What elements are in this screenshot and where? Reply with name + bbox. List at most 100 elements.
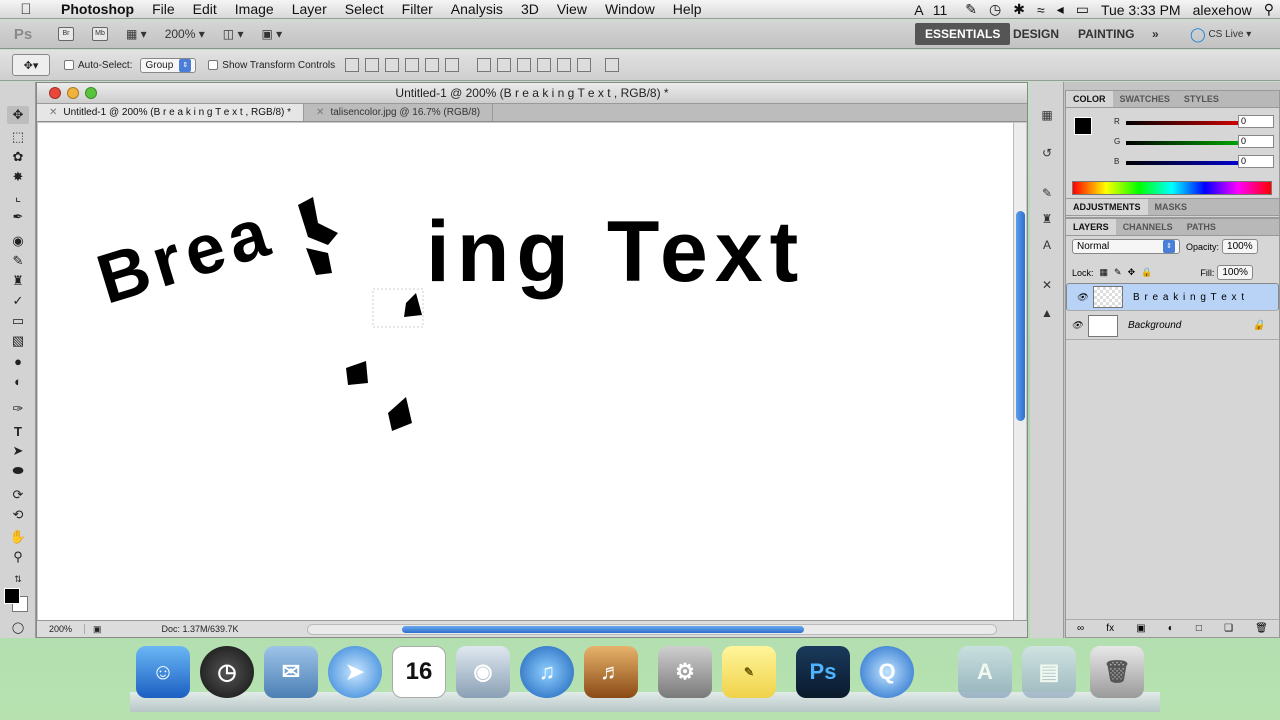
launch-bridge-button[interactable]: Br bbox=[52, 24, 80, 44]
new-group-icon[interactable]: □ bbox=[1196, 623, 1202, 634]
photoshop-icon[interactable]: Ps bbox=[796, 646, 850, 698]
auto-align-icon[interactable] bbox=[605, 58, 620, 72]
eyedropper-tool-icon[interactable]: ✒ bbox=[7, 208, 29, 226]
ical-icon[interactable]: 16 bbox=[392, 646, 446, 698]
history-panel-icon[interactable]: ↺ bbox=[1038, 146, 1056, 164]
blur-tool-icon[interactable]: ● bbox=[7, 352, 29, 370]
time-machine-icon[interactable]: ◷ bbox=[983, 1, 1007, 18]
spotlight-search-icon[interactable]: ⚲ bbox=[1258, 1, 1280, 18]
trash-icon[interactable]: 🗑 bbox=[1090, 646, 1144, 698]
status-info-icon[interactable]: ▣ bbox=[93, 624, 102, 635]
swap-colors-icon[interactable]: ⇅ bbox=[7, 570, 29, 588]
r-value[interactable]: 0 bbox=[1238, 115, 1274, 128]
distribute-vcenter-icon[interactable] bbox=[497, 58, 512, 72]
apple-menu-icon[interactable]:  bbox=[0, 1, 52, 18]
workspace-painting[interactable]: PAINTING bbox=[1068, 23, 1144, 45]
garageband-icon[interactable]: ♬ bbox=[584, 646, 638, 698]
pencil-icon[interactable]: ✎ bbox=[959, 1, 983, 18]
lock-image-icon[interactable]: ✎ bbox=[1114, 267, 1122, 278]
distribute-hcenter-icon[interactable] bbox=[557, 58, 572, 72]
quick-select-tool-icon[interactable]: ✸ bbox=[7, 168, 29, 186]
3d-panel-icon[interactable]: ▲ bbox=[1038, 306, 1056, 324]
system-preferences-icon[interactable]: ⚙ bbox=[658, 646, 712, 698]
history-brush-icon[interactable]: ✓ bbox=[7, 292, 29, 310]
new-adjustment-icon[interactable]: ◐ bbox=[1168, 623, 1174, 634]
menu-window[interactable]: Window bbox=[596, 1, 664, 17]
menu-analysis[interactable]: Analysis bbox=[442, 1, 512, 17]
show-transform-checkbox[interactable] bbox=[208, 60, 219, 70]
applications-folder-icon[interactable]: A bbox=[958, 646, 1012, 698]
wifi-icon[interactable]: ≈ bbox=[1031, 2, 1051, 18]
safari-icon[interactable]: ➤ bbox=[328, 646, 382, 698]
layer-row-background[interactable]: 👁 Background 🔒 bbox=[1066, 312, 1279, 340]
g-value[interactable]: 0 bbox=[1238, 135, 1274, 148]
arrange-documents-button[interactable]: ◫ ▾ bbox=[217, 24, 250, 44]
menu-filter[interactable]: Filter bbox=[393, 1, 442, 17]
color-spectrum[interactable] bbox=[1072, 181, 1272, 195]
clock[interactable]: Tue 3:33 PM bbox=[1095, 2, 1187, 18]
layer-row-breaking-text[interactable]: 👁 B r e a k i n g T e x t bbox=[1066, 283, 1279, 311]
visibility-eye-icon[interactable]: 👁 bbox=[1066, 320, 1088, 331]
finder-icon[interactable]: ☺ bbox=[136, 646, 190, 698]
shape-tool-icon[interactable]: ⬬ bbox=[7, 462, 29, 480]
add-mask-icon[interactable]: ▣ bbox=[1136, 623, 1145, 634]
user-name[interactable]: alexehow bbox=[1187, 2, 1258, 18]
stickies-icon[interactable]: ✎ bbox=[722, 646, 776, 698]
layer-style-icon[interactable]: fx bbox=[1106, 623, 1114, 634]
minibridge-panel-icon[interactable]: ▦ bbox=[1038, 108, 1056, 126]
distribute-right-icon[interactable] bbox=[577, 58, 592, 72]
vertical-scroll-thumb[interactable] bbox=[1016, 211, 1025, 421]
menu-edit[interactable]: Edit bbox=[184, 1, 226, 17]
menu-view[interactable]: View bbox=[548, 1, 596, 17]
menu-file[interactable]: File bbox=[143, 1, 184, 17]
quicktime-icon[interactable]: Q bbox=[860, 646, 914, 698]
clone-source-icon[interactable]: ♜ bbox=[1038, 212, 1056, 230]
adobe-updates-icon[interactable]: A 11 bbox=[908, 2, 959, 18]
canvas[interactable]: Brea ing Text bbox=[38, 123, 1013, 620]
menu-3d[interactable]: 3D bbox=[512, 1, 548, 17]
lock-transparent-icon[interactable]: ▦ bbox=[1100, 267, 1109, 278]
close-tab-icon[interactable]: ✕ bbox=[49, 107, 57, 118]
close-tab-icon[interactable]: ✕ bbox=[316, 107, 324, 118]
align-vcenter-icon[interactable] bbox=[365, 58, 380, 72]
volume-icon[interactable]: ◂ bbox=[1051, 1, 1070, 18]
crop-tool-icon[interactable]: ⌞ bbox=[7, 188, 29, 206]
distribute-left-icon[interactable] bbox=[537, 58, 552, 72]
blend-mode-dropdown[interactable]: Normal ⇕ bbox=[1072, 239, 1180, 254]
dashboard-icon[interactable]: ◷ bbox=[200, 646, 254, 698]
gradient-tool-icon[interactable]: ▧ bbox=[7, 332, 29, 350]
workspace-essentials[interactable]: ESSENTIALS bbox=[915, 23, 1011, 45]
itunes-icon[interactable]: ♫ bbox=[520, 646, 574, 698]
lock-all-icon[interactable]: 🔒 bbox=[1141, 267, 1152, 278]
auto-select-dropdown[interactable]: Group ⇕ bbox=[140, 57, 197, 73]
lock-position-icon[interactable]: ✥ bbox=[1128, 267, 1136, 278]
horizontal-scroll-thumb[interactable] bbox=[402, 626, 804, 633]
menu-layer[interactable]: Layer bbox=[283, 1, 336, 17]
zoom-tool-icon[interactable]: ⚲ bbox=[7, 548, 29, 566]
distribute-top-icon[interactable] bbox=[477, 58, 492, 72]
status-zoom-field[interactable]: 200% bbox=[37, 624, 85, 634]
pen-tool-icon[interactable]: ✑ bbox=[7, 400, 29, 418]
launch-minibridge-button[interactable]: Mb bbox=[86, 24, 114, 44]
screen-mode-button[interactable]: ▣ ▾ bbox=[255, 24, 288, 44]
tab-swatches[interactable]: SWATCHES bbox=[1113, 91, 1177, 107]
close-window-icon[interactable] bbox=[49, 87, 61, 99]
vertical-scrollbar[interactable] bbox=[1013, 123, 1026, 620]
view-extras-button[interactable]: ▦ ▾ bbox=[120, 24, 153, 44]
3d-rotate-icon[interactable]: ⟳ bbox=[7, 486, 29, 504]
more-workspaces-button[interactable]: » bbox=[1142, 23, 1169, 45]
tab-layers[interactable]: LAYERS bbox=[1066, 219, 1116, 235]
new-layer-icon[interactable]: ❏ bbox=[1224, 623, 1233, 634]
tab-masks[interactable]: MASKS bbox=[1148, 199, 1195, 215]
tab-color[interactable]: COLOR bbox=[1066, 91, 1113, 107]
distribute-bottom-icon[interactable] bbox=[517, 58, 532, 72]
zoom-window-icon[interactable] bbox=[85, 87, 97, 99]
color-fg-swatch[interactable] bbox=[1074, 117, 1092, 135]
marquee-tool-icon[interactable]: ⬚ bbox=[7, 128, 29, 146]
3d-orbit-icon[interactable]: ⟲ bbox=[7, 506, 29, 524]
menu-select[interactable]: Select bbox=[336, 1, 393, 17]
type-tool-icon[interactable]: T bbox=[7, 422, 29, 440]
move-tool-icon[interactable]: ✥ bbox=[7, 106, 29, 124]
character-panel-icon[interactable]: A bbox=[1038, 238, 1056, 256]
clone-stamp-icon[interactable]: ♜ bbox=[7, 272, 29, 290]
